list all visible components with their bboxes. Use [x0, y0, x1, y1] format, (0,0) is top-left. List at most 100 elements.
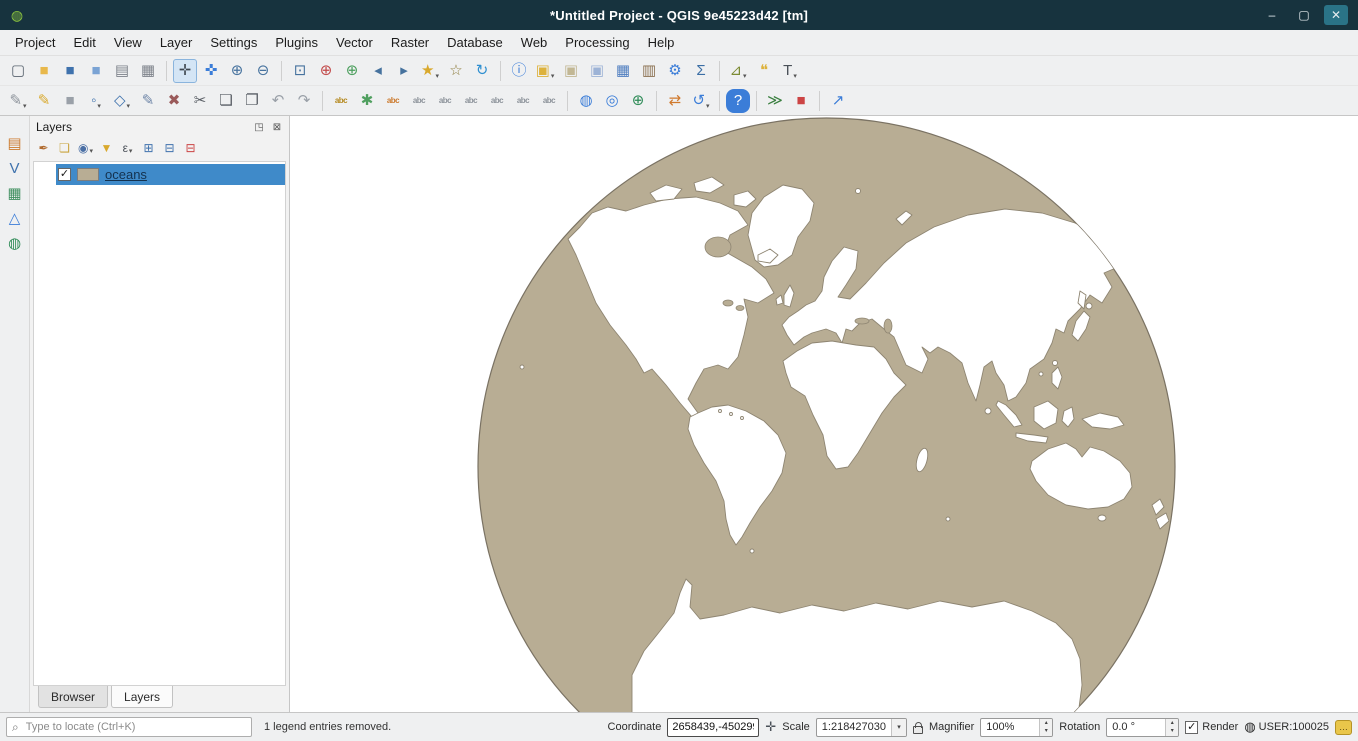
add-mesh-layer-icon[interactable]: △ [3, 207, 27, 229]
menu-plugins[interactable]: Plugins [266, 31, 327, 54]
rotation-spinbox[interactable]: 0.0 ° ▴▾ [1106, 718, 1179, 737]
map-tips-icon[interactable]: ❝ [752, 59, 776, 83]
menu-web[interactable]: Web [512, 31, 557, 54]
toggle-editing-icon[interactable]: ✎ [32, 89, 56, 113]
current-edits-icon[interactable]: ✎▾ [6, 89, 30, 113]
show-hide-labels-icon[interactable]: abc [459, 89, 483, 113]
map-themes-icon-dropdown[interactable]: ▾ [89, 147, 93, 158]
field-calculator-icon[interactable]: ▥ [637, 59, 661, 83]
multiedit-attributes-icon[interactable]: ✎ [136, 89, 160, 113]
menu-help[interactable]: Help [639, 31, 684, 54]
change-label-icon[interactable]: abc [537, 89, 561, 113]
statistical-summary-icon[interactable]: Σ [689, 59, 713, 83]
tab-layers[interactable]: Layers [111, 686, 173, 708]
save-project-as-icon[interactable]: ■ [84, 59, 108, 83]
tab-browser[interactable]: Browser [38, 686, 108, 708]
crs-value[interactable]: USER:100025 [1259, 721, 1329, 733]
pan-map-icon[interactable]: ✛ [173, 59, 197, 83]
magnifier-value[interactable]: 100% [981, 721, 1039, 733]
revert-changes-icon-dropdown[interactable]: ▾ [706, 102, 710, 113]
render-checkbox[interactable]: ✓ [1185, 721, 1198, 734]
new-bookmark-icon[interactable]: ★▾ [418, 59, 442, 83]
zoom-to-layer-icon[interactable]: ⊕ [340, 59, 364, 83]
offline-editing-icon[interactable]: ⇄ [663, 89, 687, 113]
layer-visibility-checkbox[interactable]: ✓ [58, 168, 71, 181]
current-edits-icon-dropdown[interactable]: ▾ [23, 102, 27, 113]
zoom-out-icon[interactable]: ⊖ [251, 59, 275, 83]
map-themes-icon[interactable]: ◉▾ [75, 138, 96, 158]
spin-up-icon[interactable]: ▴ [1166, 719, 1178, 728]
extents-toggle-icon[interactable]: ✛ [765, 719, 776, 735]
spin-down-icon[interactable]: ▾ [1040, 727, 1052, 736]
layer-name[interactable]: oceans [105, 167, 147, 182]
new-print-layout-icon[interactable]: ▤ [110, 59, 134, 83]
locate-input[interactable] [24, 720, 246, 734]
open-attribute-table-icon[interactable]: ▦ [611, 59, 635, 83]
add-vector-layer-icon[interactable]: V [3, 157, 27, 179]
search-layers-icon[interactable]: ◎ [600, 89, 624, 113]
collapse-all-icon[interactable]: ⊟ [159, 138, 180, 158]
layer-selection-highlight[interactable]: ✓ oceans [56, 164, 285, 185]
filter-expression-icon[interactable]: ε▾ [117, 138, 138, 158]
measure-icon-dropdown[interactable]: ▾ [743, 72, 747, 83]
layer-styling-icon[interactable]: ✒ [33, 138, 54, 158]
select-features-icon[interactable]: ▣▾ [533, 59, 557, 83]
select-by-form-icon[interactable]: ▣ [585, 59, 609, 83]
cut-features-icon[interactable]: ✂ [188, 89, 212, 113]
show-layout-manager-icon[interactable]: ▦ [136, 59, 160, 83]
html-annotation-icon[interactable]: abc [381, 89, 405, 113]
menu-layer[interactable]: Layer [151, 31, 202, 54]
save-layer-edits-icon[interactable]: ■ [58, 89, 82, 113]
add-group-icon[interactable]: ❏ [54, 138, 75, 158]
zoom-full-icon[interactable]: ⊡ [288, 59, 312, 83]
coordinate-input[interactable] [668, 721, 758, 733]
menu-raster[interactable]: Raster [382, 31, 438, 54]
select-features-icon-dropdown[interactable]: ▾ [551, 72, 555, 83]
rotation-value[interactable]: 0.0 ° [1107, 721, 1165, 733]
menu-database[interactable]: Database [438, 31, 512, 54]
profile-tool-icon[interactable]: ↗ [826, 89, 850, 113]
render-toggle[interactable]: ✓ Render [1185, 721, 1238, 734]
refresh-map-icon[interactable]: ↻ [470, 59, 494, 83]
rotate-label-icon[interactable]: abc [511, 89, 535, 113]
zoom-in-icon[interactable]: ⊕ [225, 59, 249, 83]
pin-labels-icon[interactable]: abc [433, 89, 457, 113]
locate-bar[interactable]: ⌕ [6, 717, 252, 737]
pan-to-selection-icon[interactable]: ✜ [199, 59, 223, 83]
measure-icon[interactable]: ⊿▾ [726, 59, 750, 83]
zoom-next-icon[interactable]: ▸ [392, 59, 416, 83]
web-service-icon[interactable]: ⊕ [626, 89, 650, 113]
menu-view[interactable]: View [105, 31, 151, 54]
data-source-manager-icon[interactable]: ▤ [3, 132, 27, 154]
menu-settings[interactable]: Settings [201, 31, 266, 54]
python-console-icon[interactable]: ≫ [763, 89, 787, 113]
vertex-tool-icon-dropdown[interactable]: ▾ [127, 102, 131, 113]
expand-all-icon[interactable]: ⊞ [138, 138, 159, 158]
paste-features-icon[interactable]: ❐ [240, 89, 264, 113]
show-bookmarks-icon[interactable]: ☆ [444, 59, 468, 83]
float-panel-icon[interactable]: ◳ [252, 122, 266, 133]
spin-down-icon[interactable]: ▾ [1166, 727, 1178, 736]
close-panel-icon[interactable]: ⊠ [270, 122, 284, 133]
vertex-tool-icon[interactable]: ◇▾ [110, 89, 134, 113]
crs-status[interactable]: ◍ USER:100025 [1244, 719, 1329, 735]
layer-color-swatch[interactable] [77, 168, 99, 181]
close-button[interactable]: ✕ [1324, 5, 1348, 25]
digitize-icon[interactable]: ◦▾ [84, 89, 108, 113]
filter-expression-icon-dropdown[interactable]: ▾ [129, 147, 133, 158]
identify-features-icon[interactable]: ⓘ [507, 59, 531, 83]
redo-icon[interactable]: ↷ [292, 89, 316, 113]
menu-project[interactable]: Project [6, 31, 64, 54]
remove-layer-icon[interactable]: ⊟ [180, 138, 201, 158]
highlight-pinned-labels-icon[interactable]: abc [407, 89, 431, 113]
deselect-features-icon[interactable]: ▣ [559, 59, 583, 83]
minimize-button[interactable]: – [1260, 5, 1284, 25]
text-annotation-icon-dropdown[interactable]: ▾ [793, 72, 797, 83]
help-contents-icon[interactable]: ? [726, 89, 750, 113]
plugin-toolbox-icon[interactable]: ■ [789, 89, 813, 113]
undo-icon[interactable]: ↶ [266, 89, 290, 113]
map-canvas[interactable] [290, 116, 1358, 712]
maximize-button[interactable]: ▢ [1292, 5, 1316, 25]
digitize-icon-dropdown[interactable]: ▾ [97, 102, 101, 113]
delete-selected-icon[interactable]: ✖ [162, 89, 186, 113]
